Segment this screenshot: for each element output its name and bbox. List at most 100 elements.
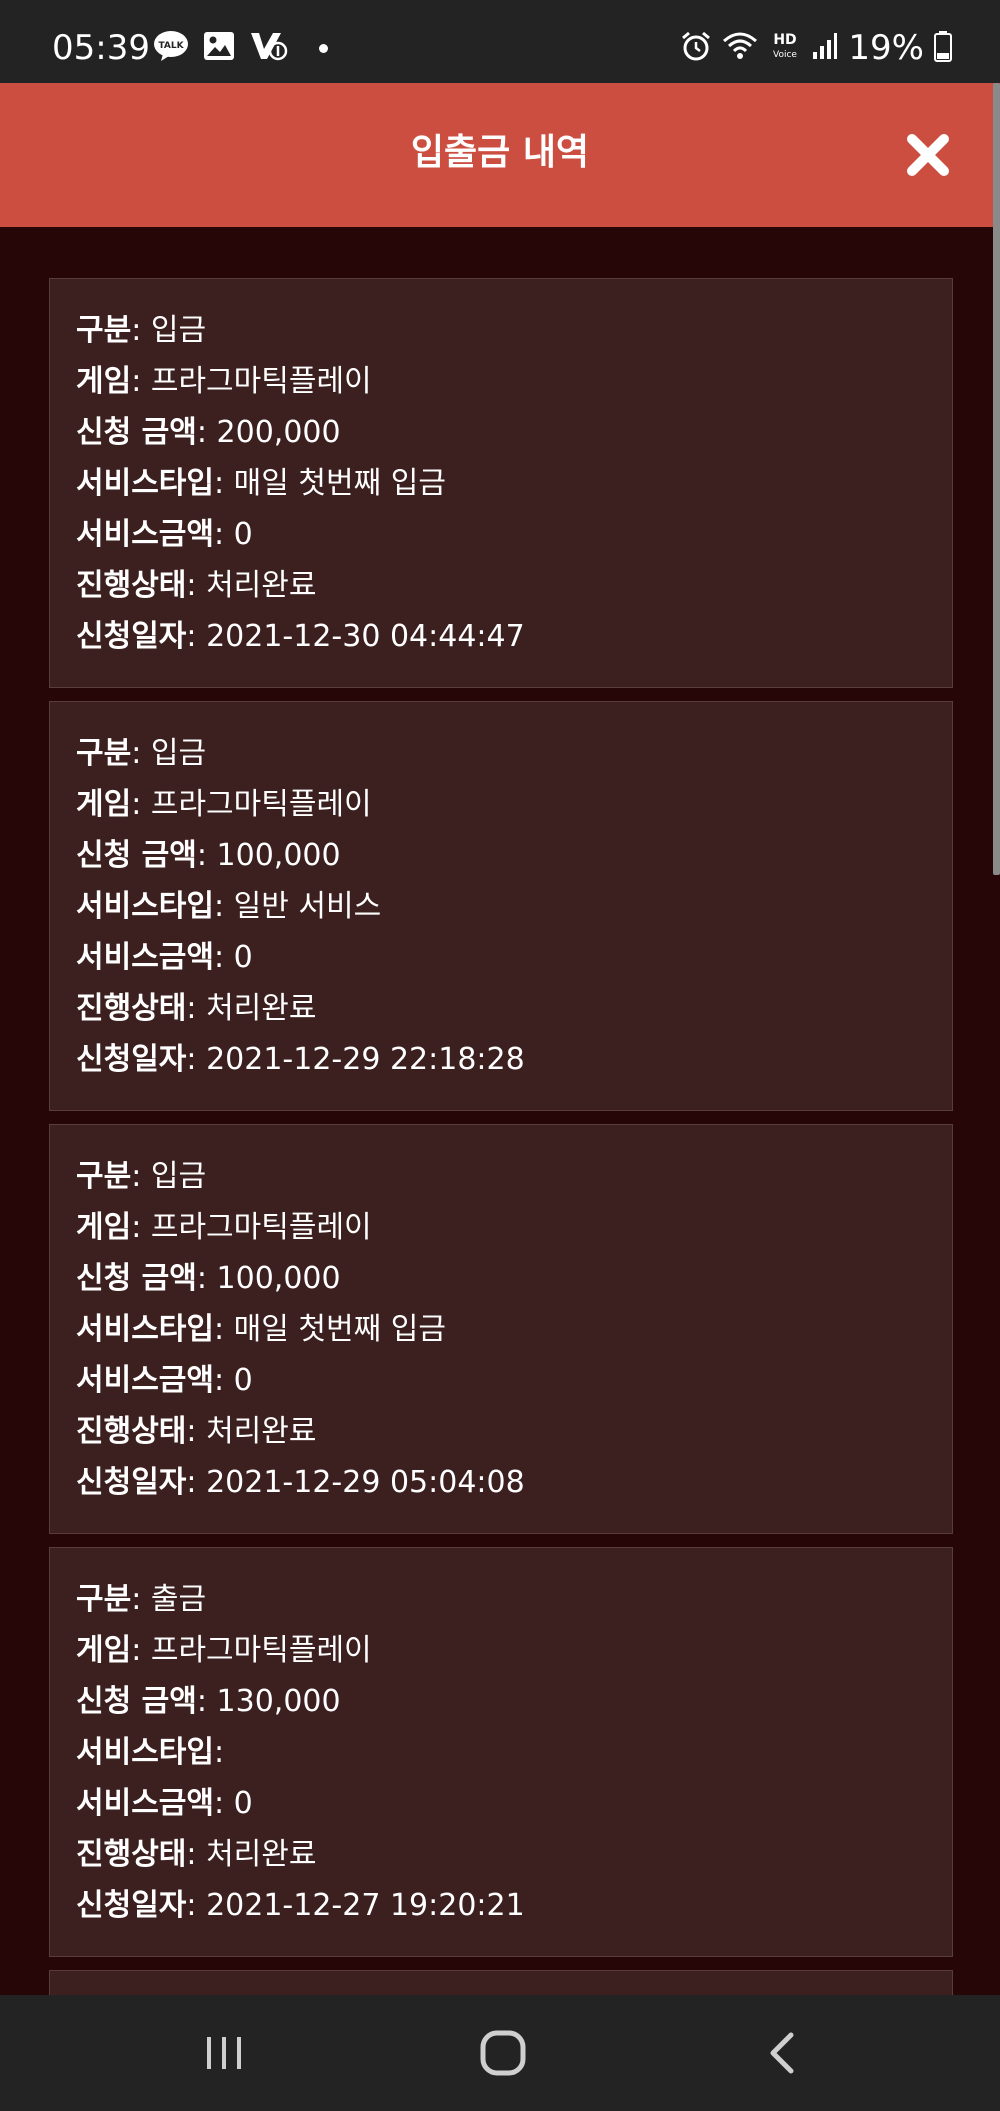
game-value: 프라그마틱플레이 [150,787,372,822]
date-value: 2021-12-29 22:18:28 [206,1042,525,1077]
amount-value: 200,000 [216,415,341,450]
more-notifications-dot [319,43,328,53]
type-label: 구분 [76,1582,132,1617]
talk-icon-label: TALK [158,41,184,51]
alarm-icon [680,30,712,66]
record-service-amount-row: 서비스금액: 0 [76,1363,253,1398]
app-header: 입출금 내역 [0,83,1000,227]
amount-label: 신청 금액 [76,415,197,450]
amount-value: 100,000 [216,838,341,873]
service-type-label: 서비스타입 [76,1312,214,1347]
date-label: 신청일자 [76,619,187,654]
record-amount-row: 신청 금액: 100,000 [76,838,341,873]
record-service-type-row: 서비스타입: [76,1735,225,1770]
signal-icon [812,32,838,64]
date-value: 2021-12-30 04:44:47 [206,619,525,654]
game-value: 프라그마틱플레이 [150,1210,372,1245]
record-amount-row: 신청 금액: 200,000 [76,415,341,450]
amount-label: 신청 금액 [76,838,197,873]
date-label: 신청일자 [76,1042,187,1077]
service-amount-value: 0 [233,1363,253,1398]
service-amount-label: 서비스금액 [76,517,214,552]
game-label: 게임 [76,1210,132,1245]
service-type-value: 매일 첫번째 입금 [233,1312,446,1347]
service-amount-value: 0 [233,1786,253,1821]
date-value: 2021-12-29 05:04:08 [206,1465,525,1500]
battery-percent: 19% [848,28,924,68]
record-service-type-row: 서비스타입: 매일 첫번째 입금 [76,1312,446,1347]
record-service-type-row: 서비스타입: 일반 서비스 [76,889,382,924]
back-icon [770,2032,794,2074]
transaction-card: 구분: 입금 게임: 프라그마틱플레이 신청 금액: 200,000 서비스타입… [49,278,953,688]
record-service-type-row: 서비스타입: 매일 첫번째 입금 [76,466,446,501]
record-type-row: 구분: 출금 [76,1582,207,1617]
status-value: 처리완료 [206,568,317,603]
hd-voice-icon: HD Voice [768,30,802,66]
service-amount-value: 0 [233,940,253,975]
status-label: 진행상태 [76,1414,187,1449]
record-status-row: 진행상태: 처리완료 [76,568,317,603]
recent-apps-icon [207,2037,241,2069]
record-game-row: 게임: 프라그마틱플레이 [76,1210,372,1245]
game-label: 게임 [76,1633,132,1668]
service-type-label: 서비스타입 [76,466,214,501]
back-button[interactable] [753,2023,813,2083]
home-icon [480,2030,526,2076]
recent-apps-button[interactable] [194,2023,254,2083]
record-status-row: 진행상태: 처리완료 [76,1414,317,1449]
amount-value: 130,000 [216,1684,341,1719]
game-label: 게임 [76,787,132,822]
record-amount-row: 신청 금액: 130,000 [76,1684,341,1719]
gallery-icon [203,31,235,65]
type-value: 입금 [150,1159,207,1194]
service-amount-value: 0 [233,517,253,552]
amount-label: 신청 금액 [76,1261,197,1296]
record-game-row: 게임: 프라그마틱플레이 [76,1633,372,1668]
hd-label: HD [774,32,797,48]
status-value: 처리완료 [206,1837,317,1872]
service-type-value: 일반 서비스 [233,889,382,924]
service-amount-label: 서비스금액 [76,1363,214,1398]
scrollbar-thumb[interactable] [993,83,1000,875]
type-label: 구분 [76,736,132,771]
record-service-amount-row: 서비스금액: 0 [76,1786,253,1821]
status-label: 진행상태 [76,991,187,1026]
game-label: 게임 [76,364,132,399]
screen: 05:39 TALK HD Voice 19% 입출금 내역 구분: 입금 게임… [0,0,1000,2111]
type-label: 구분 [76,1159,132,1194]
service-amount-label: 서비스금액 [76,940,214,975]
service-amount-label: 서비스금액 [76,1786,214,1821]
close-button[interactable] [904,131,952,179]
transaction-list: 구분: 입금 게임: 프라그마틱플레이 신청 금액: 200,000 서비스타입… [49,278,953,2000]
status-system-icons: HD Voice 19% [680,28,952,68]
record-date-row: 신청일자: 2021-12-29 22:18:28 [76,1042,525,1077]
record-status-row: 진행상태: 처리완료 [76,991,317,1026]
record-service-amount-row: 서비스금액: 0 [76,940,253,975]
game-value: 프라그마틱플레이 [150,1633,372,1668]
amount-label: 신청 금액 [76,1684,197,1719]
home-button[interactable] [473,2023,533,2083]
status-bar: 05:39 TALK HD Voice 19% [0,0,1000,83]
record-status-row: 진행상태: 처리완료 [76,1837,317,1872]
voice-label: Voice [773,50,797,60]
type-value: 입금 [150,313,207,348]
amount-value: 100,000 [216,1261,341,1296]
navigation-bar [0,1995,1000,2111]
record-date-row: 신청일자: 2021-12-27 19:20:21 [76,1888,525,1923]
date-label: 신청일자 [76,1888,187,1923]
transaction-card: 구분: 입금 게임: 프라그마틱플레이 신청 금액: 100,000 서비스타입… [49,1124,953,1534]
record-game-row: 게임: 프라그마틱플레이 [76,787,372,822]
type-label: 구분 [76,313,132,348]
record-type-row: 구분: 입금 [76,313,207,348]
record-date-row: 신청일자: 2021-12-29 05:04:08 [76,1465,525,1500]
service-type-label: 서비스타입 [76,889,214,924]
wifi-icon [722,31,758,65]
game-value: 프라그마틱플레이 [150,364,372,399]
date-value: 2021-12-27 19:20:21 [206,1888,525,1923]
transaction-card: 구분: 출금 게임: 프라그마틱플레이 신청 금액: 130,000 서비스타입… [49,1547,953,1957]
status-label: 진행상태 [76,1837,187,1872]
service-type-label: 서비스타입 [76,1735,214,1770]
record-type-row: 구분: 입금 [76,736,207,771]
date-label: 신청일자 [76,1465,187,1500]
record-service-amount-row: 서비스금액: 0 [76,517,253,552]
